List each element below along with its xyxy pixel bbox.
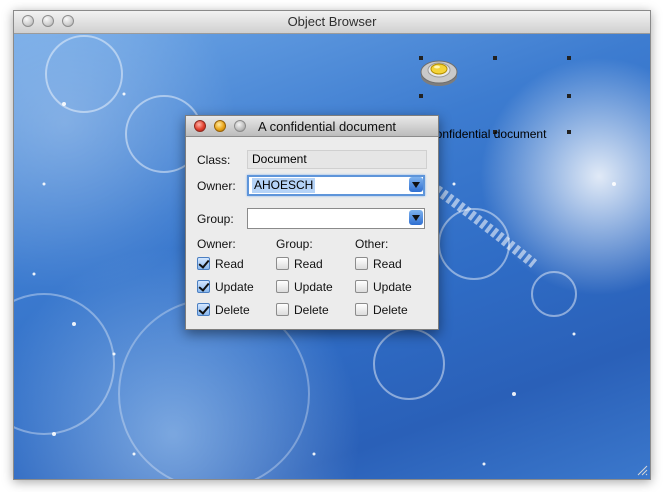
selection-handle[interactable] — [567, 94, 571, 98]
chevron-down-icon[interactable] — [409, 210, 423, 225]
group-value — [251, 210, 255, 225]
group-select[interactable] — [247, 208, 425, 229]
selection-handle[interactable] — [419, 94, 423, 98]
owner-read-checkbox[interactable] — [197, 257, 210, 270]
group-read-label: Read — [294, 257, 323, 271]
object-browser-window: Object Browser A confidential document A… — [13, 10, 651, 480]
other-read-label: Read — [373, 257, 402, 271]
desktop-background: A confidential document A confidential d… — [14, 34, 650, 479]
group-permissions-header: Group: — [276, 237, 313, 251]
group-label: Group: — [197, 212, 234, 226]
owner-delete-label: Delete — [215, 303, 250, 317]
owner-read-label: Read — [215, 257, 244, 271]
selection-handle[interactable] — [567, 56, 571, 60]
dialog-titlebar[interactable]: A confidential document — [186, 116, 438, 137]
document-icon[interactable] — [419, 54, 459, 88]
other-delete-checkbox[interactable] — [355, 303, 368, 316]
zoom-icon[interactable] — [234, 120, 246, 132]
chevron-down-icon[interactable] — [409, 177, 423, 192]
class-label: Class: — [197, 153, 231, 167]
document-label: A confidential document — [419, 127, 547, 141]
other-read-checkbox[interactable] — [355, 257, 368, 270]
owner-value: AHOESCH — [252, 178, 316, 193]
group-update-checkbox[interactable] — [276, 280, 289, 293]
resize-grip-icon[interactable] — [636, 464, 648, 476]
owner-label: Owner: — [197, 179, 236, 193]
class-field: Document — [247, 150, 427, 169]
other-delete-label: Delete — [373, 303, 408, 317]
other-update-checkbox[interactable] — [355, 280, 368, 293]
owner-delete-checkbox[interactable] — [197, 303, 210, 316]
window-title: Object Browser — [287, 14, 377, 29]
owner-permissions-header: Owner: — [197, 237, 236, 251]
group-update-label: Update — [294, 280, 333, 294]
dialog-title: A confidential document — [258, 119, 397, 134]
owner-update-checkbox[interactable] — [197, 280, 210, 293]
group-delete-checkbox[interactable] — [276, 303, 289, 316]
close-icon[interactable] — [194, 120, 206, 132]
desktop-document-item[interactable]: A confidential document — [419, 54, 571, 141]
selection-handle[interactable] — [493, 56, 497, 60]
owner-update-label: Update — [215, 280, 254, 294]
group-delete-label: Delete — [294, 303, 329, 317]
other-update-label: Update — [373, 280, 412, 294]
permissions-dialog: A confidential document Class: Document … — [185, 115, 439, 330]
other-permissions-header: Other: — [355, 237, 389, 251]
group-read-checkbox[interactable] — [276, 257, 289, 270]
minimize-icon[interactable] — [214, 120, 226, 132]
owner-select[interactable]: AHOESCH — [247, 175, 425, 196]
window-titlebar[interactable]: Object Browser — [14, 11, 650, 34]
